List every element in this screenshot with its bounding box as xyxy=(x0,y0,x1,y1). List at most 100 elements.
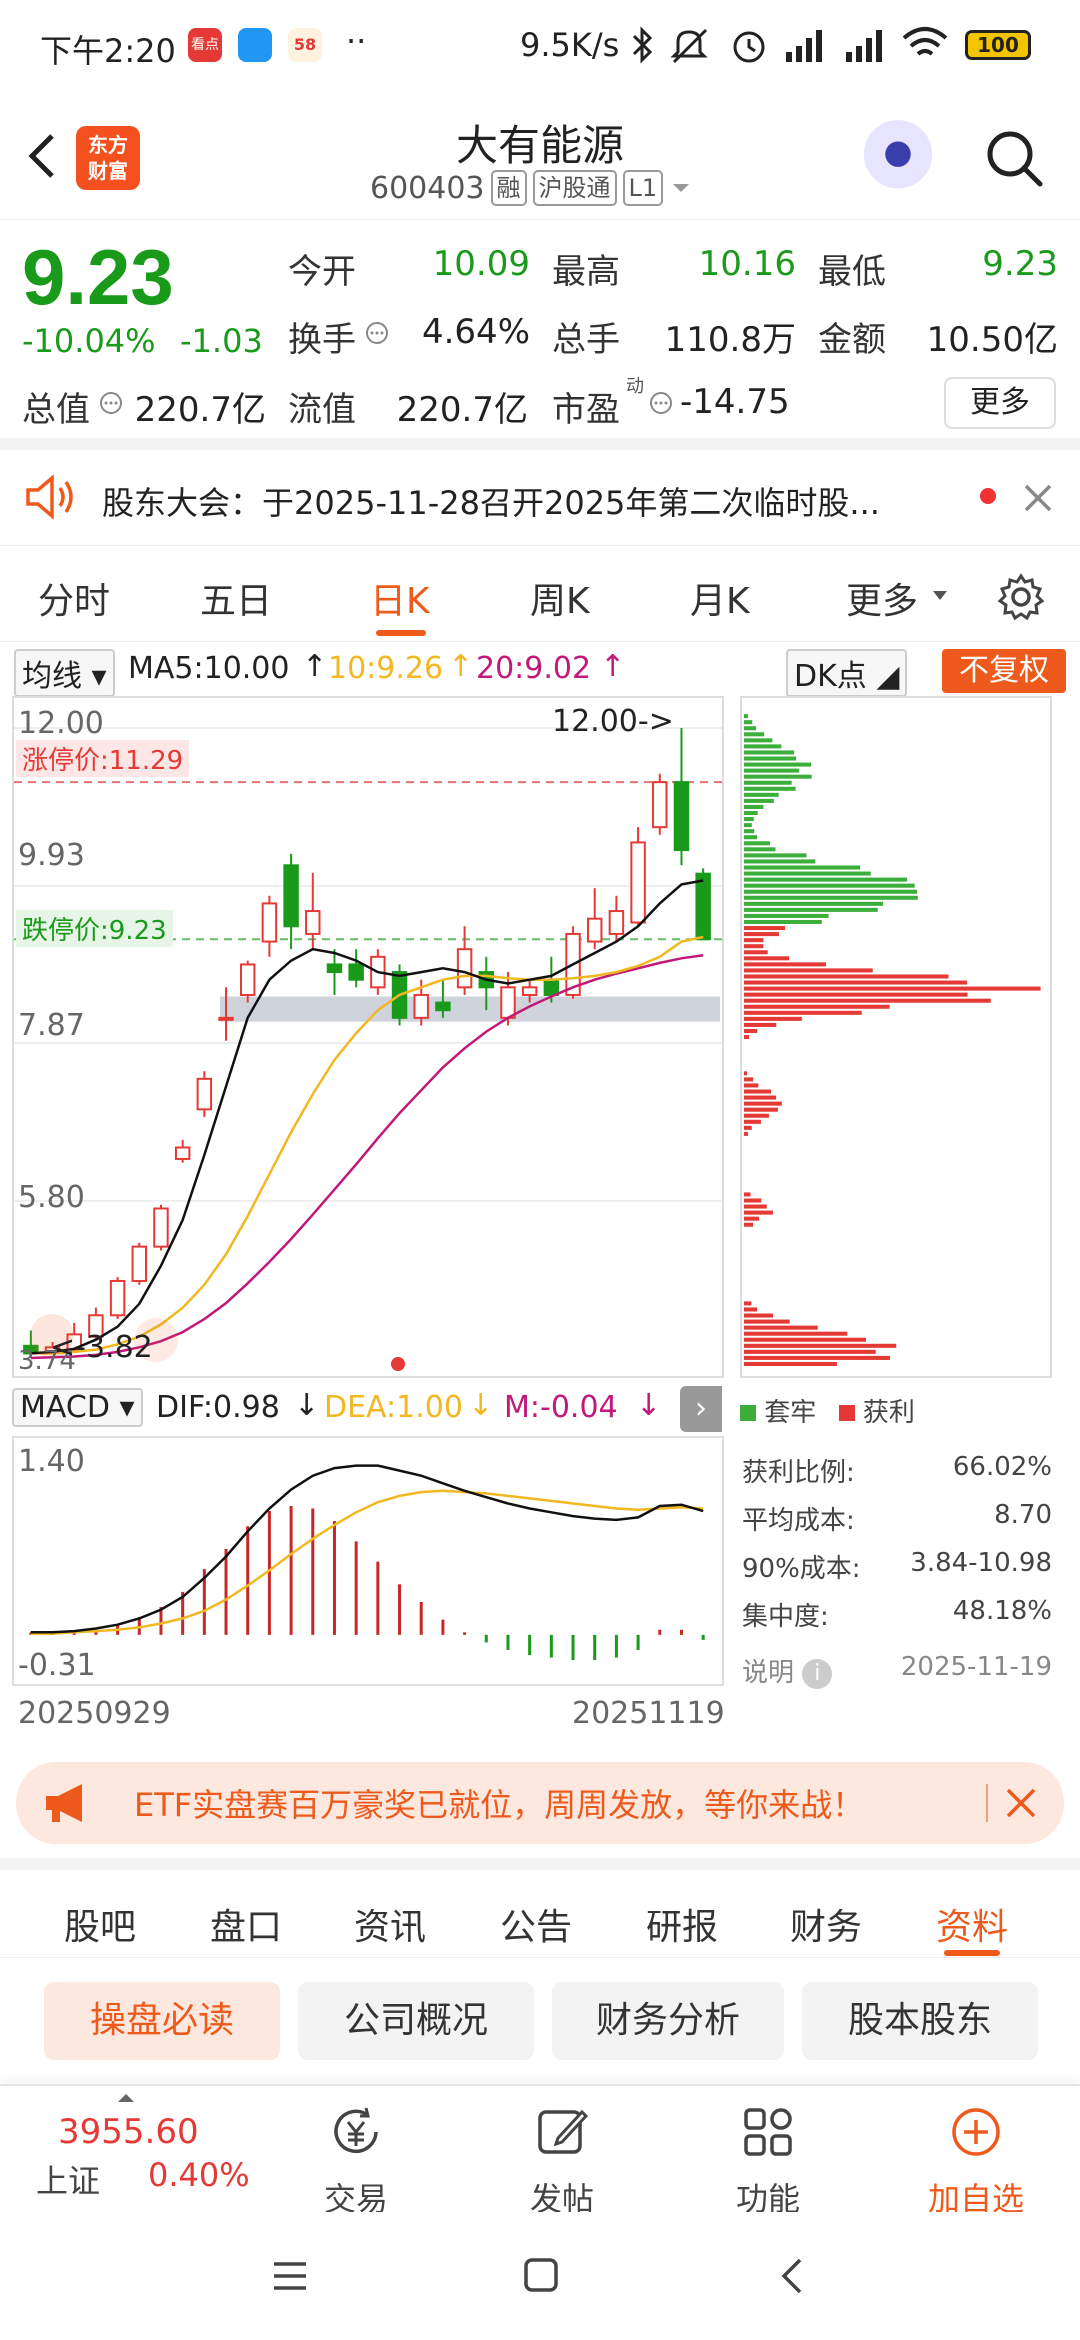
limit-down-label: 跌停价:9.23 xyxy=(16,910,173,947)
settings-gear-icon[interactable] xyxy=(996,572,1046,622)
home-icon[interactable] xyxy=(522,2256,560,2294)
tab-research[interactable]: 研报 xyxy=(646,1898,718,1950)
chip-bar xyxy=(744,780,792,785)
tab-announcements[interactable]: 公告 xyxy=(500,1898,572,1950)
tab-news[interactable]: 资讯 xyxy=(354,1898,426,1950)
edit-icon xyxy=(538,2109,589,2154)
chip-bar xyxy=(744,968,873,973)
assistant-avatar[interactable] xyxy=(860,120,936,196)
candle-body xyxy=(608,910,625,935)
tab-daily-k[interactable]: 日K xyxy=(370,572,430,624)
chip-bar xyxy=(744,1101,782,1106)
info-icon[interactable]: i xyxy=(802,1658,833,1689)
turnover-info-icon[interactable] xyxy=(364,320,390,346)
chip-bar xyxy=(744,901,883,906)
indicator-select[interactable]: 均线 ▾ xyxy=(14,649,115,697)
chip-bar xyxy=(744,1131,748,1136)
ma5-line xyxy=(30,879,704,1355)
chip-bar xyxy=(744,750,795,755)
kline-chart-svg[interactable] xyxy=(14,698,722,1376)
close-icon[interactable] xyxy=(1002,1784,1040,1822)
dropdown-icon[interactable] xyxy=(669,178,693,198)
chip-bar xyxy=(744,738,773,743)
tab-profile[interactable]: 资料 xyxy=(936,1898,1008,1950)
subtab-trading-guide[interactable]: 操盘必读 xyxy=(44,1982,280,2060)
y-label-top: 12.00 xyxy=(18,706,104,741)
back-nav-icon[interactable] xyxy=(776,2256,806,2296)
chip-bar xyxy=(744,726,757,731)
yen-coin-icon xyxy=(334,2107,378,2154)
add-watchlist-button[interactable]: 加自选 xyxy=(916,2104,1036,2220)
macd-chart-panel[interactable]: 1.40 -0.31 xyxy=(12,1436,724,1686)
x-label-end: 20251119 xyxy=(572,1696,725,1731)
adjust-mode-button[interactable]: 不复权 xyxy=(942,649,1066,693)
tab-orderbook[interactable]: 盘口 xyxy=(210,1898,282,1950)
chip-bar xyxy=(744,889,918,894)
dk-select-label: DK点 xyxy=(794,659,867,694)
candle-body xyxy=(153,1207,169,1248)
divider xyxy=(986,1784,988,1822)
volume-value: 110.8万 xyxy=(664,320,796,360)
chip-bar xyxy=(744,853,807,858)
chip-bar xyxy=(744,786,796,791)
tab-weekly-k[interactable]: 周K xyxy=(530,572,590,624)
pe-info-icon[interactable] xyxy=(648,390,674,416)
tab-timeshare[interactable]: 分时 xyxy=(38,572,110,624)
dk-point-select[interactable]: DK点 ◢ xyxy=(786,649,908,697)
market-cap-info-icon[interactable] xyxy=(98,390,124,416)
candle-body xyxy=(348,963,364,981)
chip-bar xyxy=(744,798,774,803)
m-arrow-icon: ↓ xyxy=(636,1388,662,1423)
subtab-shareholders[interactable]: 股本股东 xyxy=(802,1982,1038,2060)
chip-bar xyxy=(744,1216,760,1221)
kline-chart-panel[interactable]: 12.00 9.93 7.87 5.80 3.74 涨停价:11.29 跌停价:… xyxy=(12,696,724,1378)
chip-bar xyxy=(744,1028,758,1033)
tab-more[interactable]: 更多 xyxy=(846,572,918,624)
chip-note-label[interactable]: 说明 xyxy=(742,1658,794,1688)
chip-bar xyxy=(744,1361,837,1366)
indicator-select-label: 均线 xyxy=(22,659,82,694)
volume-label: 总手 xyxy=(552,320,620,360)
trade-button[interactable]: 交易 xyxy=(296,2104,416,2220)
macd-select[interactable]: MACD ▾ xyxy=(12,1388,143,1427)
chip-date: 2025-11-19 xyxy=(900,1652,1052,1682)
tab-forum[interactable]: 股吧 xyxy=(64,1898,136,1950)
promo-banner[interactable]: ETF实盘赛百万豪奖已就位，周周发放，等你来战！ xyxy=(16,1762,1064,1844)
search-icon[interactable] xyxy=(982,126,1048,192)
chip-distribution-panel[interactable] xyxy=(740,696,1052,1378)
close-icon[interactable] xyxy=(1020,480,1056,516)
more-notifications-dots: ·· xyxy=(346,22,367,60)
chip-bar xyxy=(744,829,755,834)
ma10-value: 10:9.26 xyxy=(328,651,444,686)
change-amount: -1.03 xyxy=(180,322,263,360)
tab-five-day[interactable]: 五日 xyxy=(200,572,272,624)
system-nav-bar xyxy=(0,2212,1080,2340)
functions-button[interactable]: 功能 xyxy=(708,2104,828,2220)
tab-monthly-k[interactable]: 月K xyxy=(690,572,750,624)
post-button[interactable]: 发帖 xyxy=(502,2104,622,2220)
chip-stat-value: 3.84-10.98 xyxy=(910,1548,1052,1578)
subtab-company-overview[interactable]: 公司概况 xyxy=(298,1982,534,2060)
signal-icon-1 xyxy=(786,30,822,62)
turnover-label: 换手 xyxy=(288,320,356,360)
tab-finance[interactable]: 财务 xyxy=(790,1898,862,1950)
candle-body xyxy=(218,1016,234,1021)
subtab-financial-analysis[interactable]: 财务分析 xyxy=(552,1982,784,2060)
chip-stat-label: 集中度: xyxy=(742,1602,829,1632)
status-bar: 下午2:20 看点 58 ·· 9.5K/s 100 xyxy=(0,0,1080,90)
notice-bar[interactable]: 股东大会：于2025-11-28召开2025年第二次临时股... xyxy=(0,450,1080,546)
market-cap-value: 220.7亿 xyxy=(134,390,266,430)
expand-panel-chevron-icon[interactable]: › xyxy=(680,1386,722,1432)
chip-bar xyxy=(744,756,797,761)
chip-bar xyxy=(744,1331,848,1336)
menu-icon[interactable] xyxy=(270,2258,310,2294)
chip-bar xyxy=(744,950,768,955)
chip-stat-value: 48.18% xyxy=(952,1596,1052,1626)
expand-up-icon[interactable] xyxy=(116,2092,136,2104)
margin-tag: 融 xyxy=(490,170,527,206)
dea-value: DEA:1.00 xyxy=(324,1390,463,1425)
connect-tag: 沪股通 xyxy=(532,170,617,206)
candle-body xyxy=(326,963,343,974)
more-quote-button[interactable]: 更多 xyxy=(944,377,1056,429)
chip-bar xyxy=(744,847,776,852)
